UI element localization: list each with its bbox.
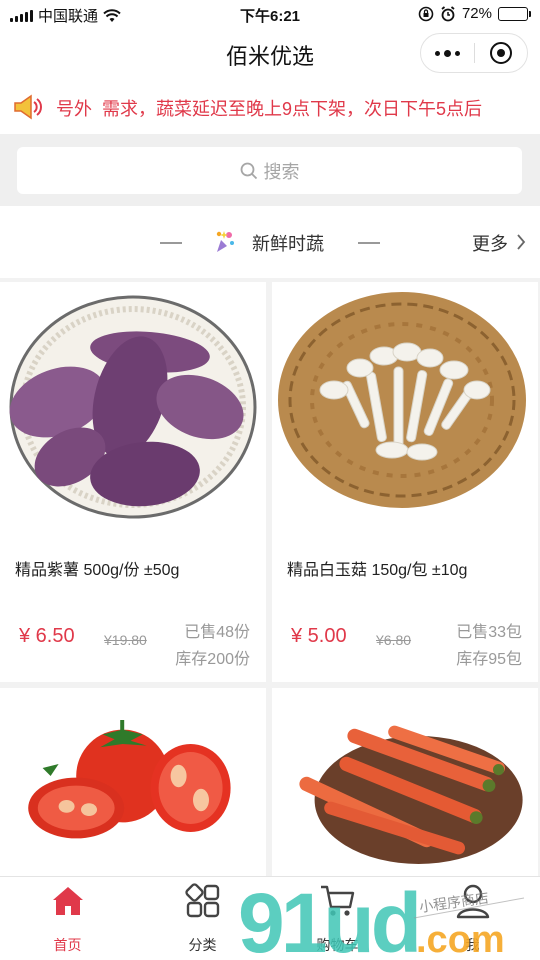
close-icon[interactable] (475, 42, 528, 64)
home-icon (52, 887, 83, 915)
nav-bar: 佰米优选 (0, 28, 540, 78)
carrot-image (299, 725, 523, 864)
product-card[interactable] (0, 688, 266, 888)
section-dash-right (358, 242, 380, 244)
product-original-price: ¥19.80 (104, 632, 147, 648)
product-card[interactable]: 精品紫薯 500g/份 ±50g ¥ 6.50 ¥19.80 已售48份 库存2… (0, 282, 266, 682)
tab-label: 首页 (53, 937, 82, 953)
tab-category[interactable]: 分类 (135, 877, 270, 960)
product-original-price: ¥6.80 (376, 632, 412, 648)
sparkle-icon (216, 231, 234, 252)
category-icon (184, 883, 219, 918)
product-stock: 库存95包 (456, 651, 522, 668)
chevron-right-icon[interactable] (516, 234, 526, 250)
speaker-icon (14, 94, 42, 120)
tab-bar: 首页 分类 购物车 我 (0, 876, 540, 960)
section-title: 新鲜时蔬 (252, 234, 324, 254)
section-header: 新鲜时蔬 更多 (0, 206, 540, 278)
notice-bar[interactable]: 号外 需求，蔬菜延迟至晚上9点下架，次日下午5点后 (0, 78, 540, 134)
tomato-image (28, 720, 231, 839)
tab-label: 我 (465, 937, 480, 953)
product-card[interactable]: 精品白玉菇 150g/包 ±10g ¥ 5.00 ¥6.80 已售33包 库存9… (272, 282, 538, 682)
product-name: 精品紫薯 500g/份 ±50g (15, 562, 180, 579)
status-bar: 中国联通 下午6:21 72% (0, 0, 540, 28)
product-sold: 已售48份 (184, 624, 250, 641)
more-link[interactable]: 更多 (472, 230, 508, 256)
battery-percent: 72% (461, 5, 492, 22)
tab-cart[interactable]: 购物车 (270, 877, 405, 960)
tab-label: 购物车 (316, 937, 359, 953)
profile-icon (456, 884, 489, 919)
purple-sweet-potato-image (9, 295, 257, 519)
tab-label: 分类 (188, 937, 217, 953)
mini-program-capsule (420, 33, 528, 73)
more-icon[interactable] (421, 49, 474, 57)
notice-text: 号外 需求，蔬菜延迟至晚上9点下架，次日下午5点后 (56, 99, 483, 119)
tab-home[interactable]: 首页 (0, 877, 135, 960)
product-name: 精品白玉菇 150g/包 ±10g (287, 562, 468, 579)
tab-profile[interactable]: 我 (405, 877, 540, 960)
product-grid: 精品紫薯 500g/份 ±50g ¥ 6.50 ¥19.80 已售48份 库存2… (0, 282, 540, 888)
product-card[interactable] (272, 688, 538, 888)
white-mushroom-image (278, 292, 526, 508)
battery-icon (498, 6, 531, 21)
product-price: ¥ 5.00 (291, 625, 347, 647)
section-dash-left (160, 242, 182, 244)
rotation-lock-icon (418, 6, 434, 21)
cart-icon (320, 885, 354, 916)
product-price: ¥ 6.50 (19, 625, 75, 647)
search-area: 搜索 (0, 134, 540, 206)
search-placeholder: 搜索 (263, 161, 300, 182)
search-icon (240, 162, 257, 179)
product-sold: 已售33包 (456, 624, 522, 641)
product-stock: 库存200份 (175, 651, 250, 668)
alarm-icon (441, 5, 455, 21)
search-input[interactable]: 搜索 (17, 147, 522, 194)
